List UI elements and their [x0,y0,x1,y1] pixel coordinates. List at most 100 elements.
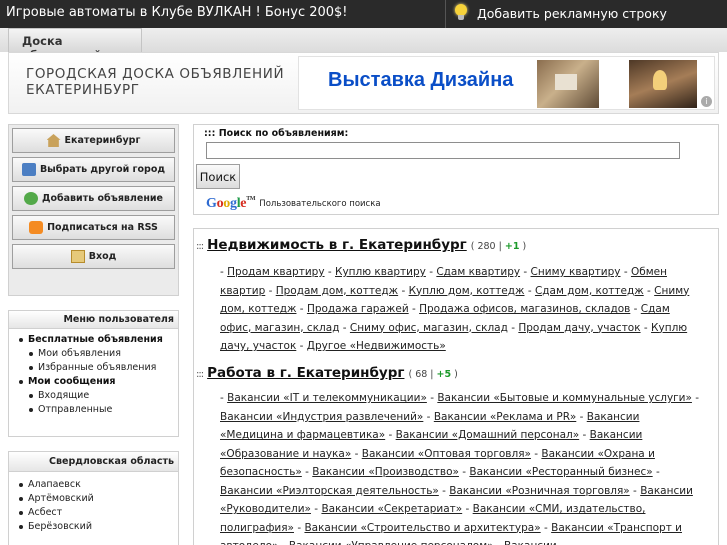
subcategory-link[interactable]: Вакансии «Управление персоналом» [289,540,494,545]
category-count: ( 68 | +5 ) [408,369,458,380]
banner-text: Выставка Дизайна [328,69,514,91]
subcategory-link[interactable]: Сдам квартиру [436,266,520,278]
region-city-item[interactable]: Асбест [19,506,178,520]
subcategory-link[interactable]: Вакансии «IT и телекоммуникации» [227,392,427,404]
rss-subscribe-button[interactable]: Подписаться на RSS [12,215,175,240]
city-home-label: Екатеринбург [64,135,141,146]
site-title-line2: ЕКАТЕРИНБУРГ [26,82,140,98]
category-title-link[interactable]: Работа в г. Екатеринбург [207,365,404,381]
subcategory-link[interactable]: Вакансии «Домашний персонал» [396,429,580,441]
menu-sent-label: Отправленные [38,404,113,415]
ad-banner[interactable]: Выставка Дизайна i [298,56,715,110]
site-title-line1: ГОРОДСКАЯ ДОСКА ОБЪЯВЛЕНИЙ [26,66,285,82]
category-subcategory-list: - Продам квартиру - Куплю квартиру - Сда… [220,266,690,352]
ad-info-icon[interactable]: i [701,96,712,107]
user-menu-title: Меню пользователя [9,311,178,329]
site-title[interactable]: ГОРОДСКАЯ ДОСКА ОБЪЯВЛЕНИЙ ЕКАТЕРИНБУРГ [26,66,284,98]
subcategory-link[interactable]: Вакансии «Секретариат» [321,503,462,515]
subcategory-link[interactable]: Вакансии «Индустрия развлечений» [220,411,423,423]
search-heading-marker: ::: [204,128,219,139]
login-label: Вход [88,251,117,262]
category-subcategory-list: - Вакансии «IT и телекоммуникации» - Вак… [220,389,700,545]
rss-subscribe-label: Подписаться на RSS [47,222,158,233]
subcategory-link[interactable]: Продам дачу, участок [518,322,640,334]
subcategory-link[interactable]: Сдам дом, коттедж [535,285,644,297]
subcategory-link[interactable]: Куплю дом, коттедж [409,285,525,297]
menu-inbox[interactable]: Входящие [19,389,178,403]
banner-photo-interior-1 [537,60,599,108]
bullet-icon [29,366,33,370]
region-city-item[interactable]: Алапаевск [19,478,178,492]
choose-city-button[interactable]: Выбрать другой город [12,157,175,182]
menu-my-ads-label: Мои объявления [38,348,121,359]
menu-sent[interactable]: Отправленные [19,403,178,417]
promo-link[interactable]: Игровые автоматы в Клубе ВУЛКАН ! Бонус … [6,5,348,20]
category-jobs: ::: Работа в г. Екатеринбург ( 68 | +5 ) [196,365,458,381]
choose-city-label: Выбрать другой город [39,164,166,175]
menu-free-ads[interactable]: Бесплатные объявления [19,333,178,347]
category-marker-icon: ::: [196,369,204,380]
category-title-link[interactable]: Недвижимость в г. Екатеринбург [207,237,467,253]
subcategory-link[interactable]: Вакансии «Розничная торговля» [449,485,629,497]
subcategory-link[interactable]: Сниму квартиру [531,266,621,278]
bullet-icon [19,380,23,384]
region-city-item[interactable]: Артёмовский [19,492,178,506]
region-city-item[interactable]: Берёзовский [19,520,178,534]
lightbulb-icon [453,3,469,23]
category-count: ( 280 | +1 ) [470,241,527,252]
subcategory-link[interactable]: Вакансии «Бытовые и коммунальные услуги» [437,392,692,404]
search-button[interactable]: Поиск [196,164,240,189]
tab-board[interactable]: Доска объявлений [8,28,142,62]
search-heading-label: Поиск по объявлениям: [218,128,349,139]
bullet-icon [29,394,33,398]
subcategory-link[interactable]: Вакансии «Строительство и архитектура» [304,522,540,534]
menu-fav-ads[interactable]: Избранные объявления [19,361,178,375]
menu-messages-label: Мои сообщения [28,376,116,387]
city-icon [21,163,36,176]
category-header: ::: Работа в г. Екатеринбург ( 68 | +5 ) [196,365,458,381]
add-ad-label: Добавить объявление [42,193,163,204]
region-city-label: Асбест [28,507,63,518]
search-input[interactable] [206,142,680,159]
menu-inbox-label: Входящие [38,390,90,401]
subcategory-link[interactable]: Продажа офисов, магазинов, складов [419,303,630,315]
region-city-list: Алапаевск Артёмовский Асбест Берёзовский [9,472,178,534]
subcategory-link[interactable]: Продажа гаражей [307,303,409,315]
menu-free-ads-label: Бесплатные объявления [28,334,163,345]
login-button[interactable]: Вход [12,244,175,269]
bullet-icon [19,511,23,515]
subcategory-link[interactable]: Другое «Недвижимость» [307,340,446,352]
bullet-icon [19,525,23,529]
subcategory-link[interactable]: Вакансии «Риэлторская деятельность» [220,485,439,497]
menu-my-ads[interactable]: Мои объявления [19,347,178,361]
search-box: ::: Поиск по объявлениям: Поиск GoogleTM… [193,124,719,215]
subcategory-link[interactable]: Вакансии «Реклама и PR» [434,411,576,423]
bullet-icon [29,352,33,356]
region-title: Свердловская область [9,452,178,472]
rss-icon [29,221,44,234]
category-marker-icon: ::: [196,241,204,252]
category-header: ::: Недвижимость в г. Екатеринбург ( 280… [196,237,526,253]
home-icon [46,134,61,147]
menu-messages[interactable]: Мои сообщения [19,375,178,389]
google-logo-icon: GoogleTM [206,196,256,211]
add-ad-line-link[interactable]: Добавить рекламную строку [453,3,667,23]
subcategory-link[interactable]: Вакансии «Ресторанный бизнес» [469,466,652,478]
subcategory-link[interactable]: Вакансии [504,540,557,545]
subcategory-link[interactable]: Продам квартиру [227,266,324,278]
categories-box: ::: Недвижимость в г. Екатеринбург ( 280… [193,228,719,545]
subcategory-link[interactable]: Вакансии «Производство» [312,466,459,478]
subcategory-link[interactable]: Сниму офис, магазин, склад [350,322,508,334]
search-heading: ::: Поиск по объявлениям: [204,128,348,139]
subcategory-link[interactable]: Вакансии «Оптовая торговля» [362,448,531,460]
add-ad-button[interactable]: Добавить объявление [12,186,175,211]
subcategory-link[interactable]: Куплю квартиру [335,266,426,278]
bullet-icon [29,408,33,412]
nav-buttons-box: Екатеринбург Выбрать другой город Добави… [8,124,179,296]
subcategory-link[interactable]: Продам дом, коттедж [276,285,398,297]
category-realty: ::: Недвижимость в г. Екатеринбург ( 280… [196,237,526,253]
bullet-icon [19,497,23,501]
city-home-button[interactable]: Екатеринбург [12,128,175,153]
region-city-label: Берёзовский [28,521,93,532]
sidebar: Екатеринбург Выбрать другой город Добави… [8,124,179,545]
